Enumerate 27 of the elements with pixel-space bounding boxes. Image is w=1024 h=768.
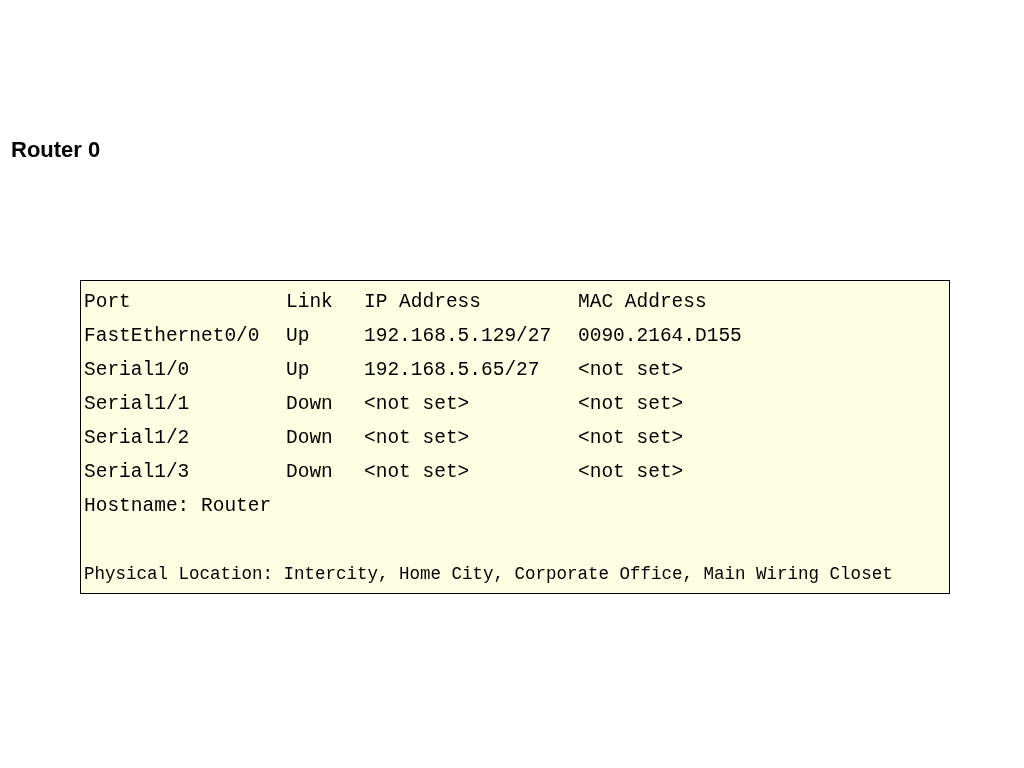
mac-cell-text: 0090.2164.D155 <box>578 324 743 349</box>
slide-title: Router 0 <box>11 137 101 162</box>
port-cell-text: Serial1/0 <box>84 358 191 383</box>
ip-cell-text: <not set> <box>364 460 471 485</box>
link-cell-text: Down <box>286 426 334 451</box>
column-header: IP Address <box>364 290 483 315</box>
ip-cell-text: <not set> <box>364 426 471 451</box>
link-cell-text: Down <box>286 460 334 485</box>
link-cell-text: Up <box>286 358 311 383</box>
location-text: Physical Location: Intercity, Home City, Corporate Office, Main Wiring Closet <box>84 563 893 586</box>
port-cell-text: Serial1/2 <box>84 426 191 451</box>
column-header: Port <box>84 290 132 315</box>
mac-cell-text: <not set> <box>578 426 685 451</box>
hostname-text: Hostname: Router <box>84 494 272 519</box>
column-header: MAC Address <box>578 290 708 315</box>
ip-cell-text: 192.168.5.129/27 <box>364 324 553 349</box>
link-cell-text: Up <box>286 324 311 349</box>
port-cell-text: Serial1/1 <box>84 392 191 417</box>
port-cell-text: Serial1/3 <box>84 460 191 485</box>
ip-cell-text: 192.168.5.65/27 <box>364 358 541 383</box>
mac-cell-text: <not set> <box>578 358 685 383</box>
column-header: Link <box>286 290 334 315</box>
port-cell-text: FastEthernet0/0 <box>84 324 261 349</box>
link-cell-text: Down <box>286 392 334 417</box>
mac-cell-text: <not set> <box>578 460 685 485</box>
ip-cell-text: <not set> <box>364 392 471 417</box>
mac-cell-text: <not set> <box>578 392 685 417</box>
